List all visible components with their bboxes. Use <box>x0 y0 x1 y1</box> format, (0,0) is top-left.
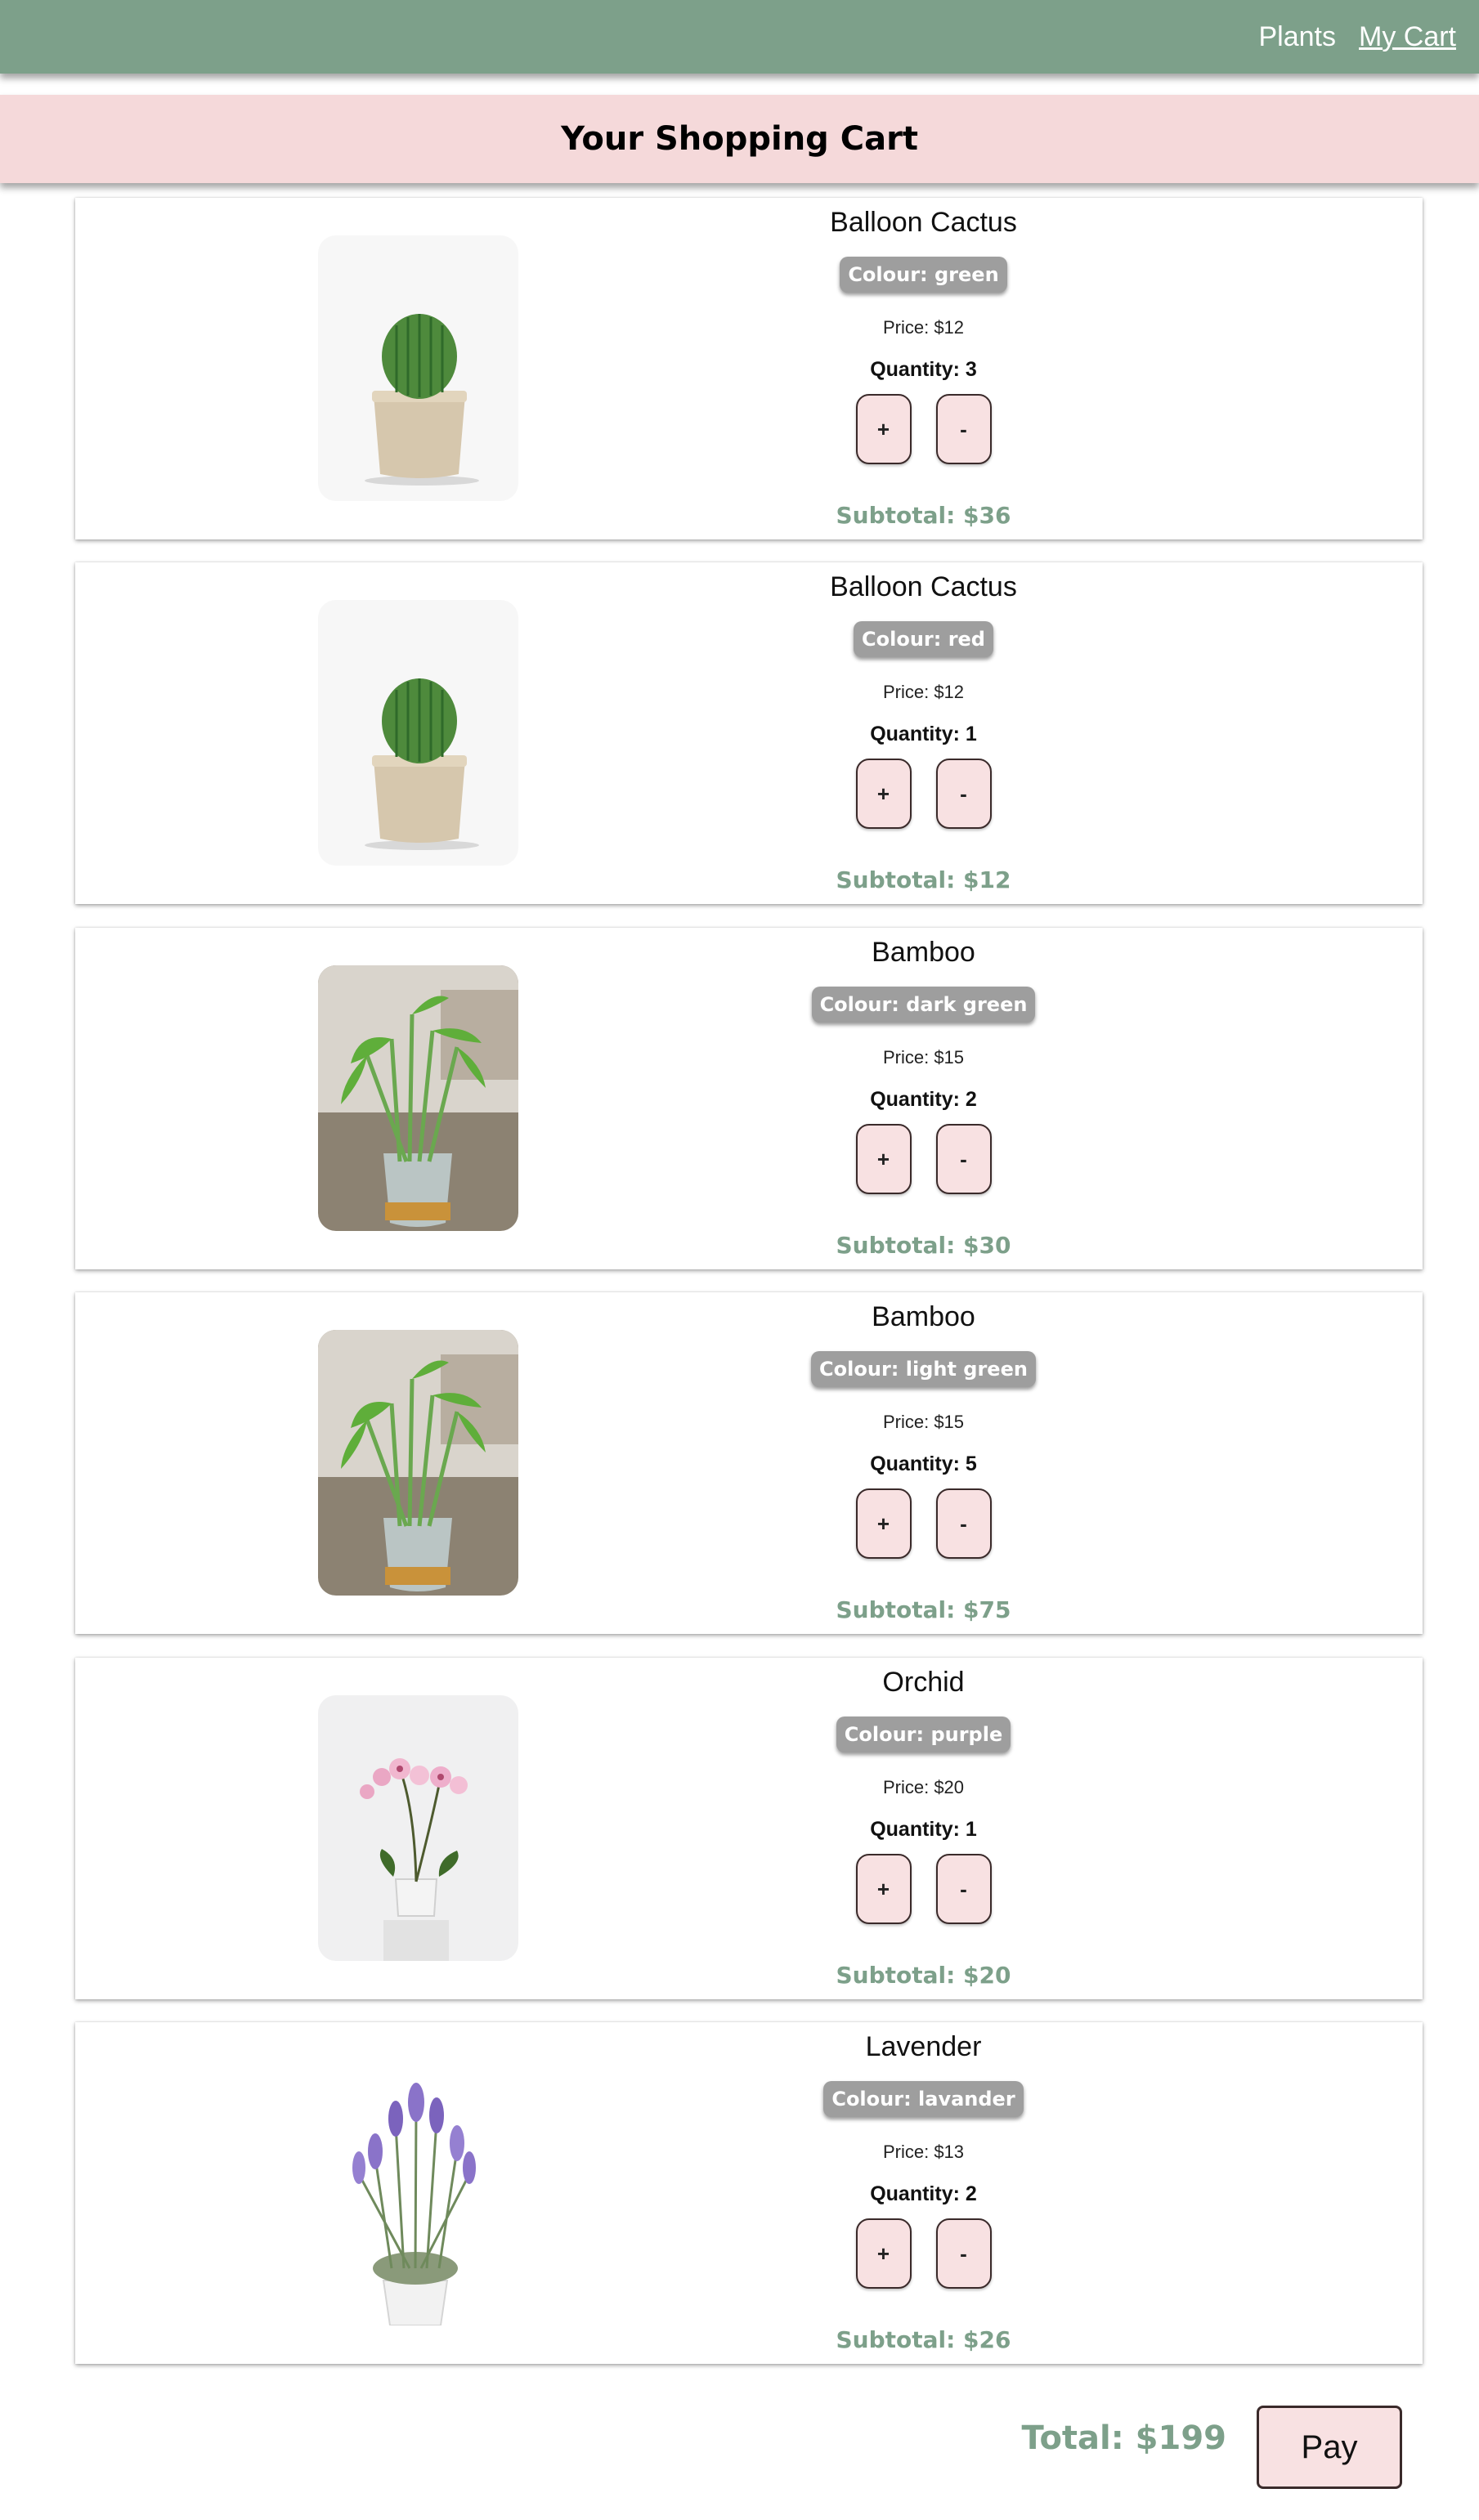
colour-badge: Colour: green <box>840 257 1007 293</box>
decrease-quantity-button[interactable]: - <box>935 2218 992 2289</box>
colour-badge: Colour: lavander <box>823 2081 1024 2117</box>
increase-quantity-button[interactable]: + <box>855 759 912 829</box>
page-title: Your Shopping Cart <box>561 120 918 158</box>
cart-item: Lavender Colour: lavander Price: $13 Qua… <box>75 2022 1423 2364</box>
cart-header: Your Shopping Cart <box>0 95 1479 183</box>
product-image <box>318 1695 518 1961</box>
product-image <box>318 965 518 1231</box>
item-details: Balloon Cactus Colour: green Price: $12 … <box>778 198 1069 539</box>
navbar: Plants My Cart <box>0 0 1479 74</box>
product-price: Price: $12 <box>882 682 965 702</box>
product-name: Balloon Cactus <box>830 207 1017 238</box>
product-price: Price: $12 <box>882 317 965 338</box>
item-details: Lavender Colour: lavander Price: $13 Qua… <box>778 2022 1069 2364</box>
increase-quantity-button[interactable]: + <box>855 2218 912 2289</box>
product-image <box>318 600 518 866</box>
colour-badge: Colour: dark green <box>811 987 1036 1023</box>
decrease-quantity-button[interactable]: - <box>935 1488 992 1559</box>
product-price: Price: $20 <box>882 1777 965 1797</box>
product-image <box>318 2060 518 2325</box>
cart-item: Bamboo Colour: light green Price: $15 Qu… <box>75 1292 1423 1634</box>
product-name: Balloon Cactus <box>830 571 1017 602</box>
decrease-quantity-button[interactable]: - <box>935 1854 992 1924</box>
pay-button[interactable]: Pay <box>1257 2406 1402 2489</box>
item-details: Bamboo Colour: light green Price: $15 Qu… <box>778 1292 1069 1634</box>
product-quantity: Quantity: 2 <box>870 1088 977 1111</box>
product-price: Price: $13 <box>882 2142 965 2162</box>
item-subtotal: Subtotal: $20 <box>836 1962 1011 1989</box>
colour-badge: Colour: light green <box>811 1351 1036 1387</box>
increase-quantity-button[interactable]: + <box>855 1854 912 1924</box>
product-image <box>318 235 518 501</box>
nav-plants-link[interactable]: Plants <box>1259 21 1337 53</box>
increase-quantity-button[interactable]: + <box>855 394 912 464</box>
item-details: Bamboo Colour: dark green Price: $15 Qua… <box>778 928 1069 1269</box>
product-name: Bamboo <box>872 1301 975 1332</box>
product-image <box>318 1330 518 1596</box>
product-quantity: Quantity: 1 <box>870 1818 977 1841</box>
item-subtotal: Subtotal: $26 <box>836 2326 1011 2353</box>
item-details: Orchid Colour: purple Price: $20 Quantit… <box>778 1658 1069 1999</box>
cart-total: Total: $199 <box>1021 2419 1226 2457</box>
increase-quantity-button[interactable]: + <box>855 1488 912 1559</box>
cart-item: Balloon Cactus Colour: red Price: $12 Qu… <box>75 562 1423 904</box>
product-name: Bamboo <box>872 937 975 968</box>
product-name: Orchid <box>882 1667 965 1698</box>
cart-item: Orchid Colour: purple Price: $20 Quantit… <box>75 1658 1423 1999</box>
item-details: Balloon Cactus Colour: red Price: $12 Qu… <box>778 562 1069 904</box>
cart-item: Balloon Cactus Colour: green Price: $12 … <box>75 198 1423 539</box>
nav-my-cart-link[interactable]: My Cart <box>1359 21 1456 53</box>
product-price: Price: $15 <box>882 1047 965 1068</box>
product-quantity: Quantity: 1 <box>870 723 977 745</box>
increase-quantity-button[interactable]: + <box>855 1124 912 1194</box>
product-quantity: Quantity: 3 <box>870 358 977 381</box>
cart-item: Bamboo Colour: dark green Price: $15 Qua… <box>75 928 1423 1269</box>
decrease-quantity-button[interactable]: - <box>935 394 992 464</box>
product-name: Lavender <box>865 2031 982 2062</box>
item-subtotal: Subtotal: $30 <box>836 1232 1011 1259</box>
decrease-quantity-button[interactable]: - <box>935 1124 992 1194</box>
product-quantity: Quantity: 5 <box>870 1452 977 1475</box>
item-subtotal: Subtotal: $36 <box>836 502 1011 529</box>
colour-badge: Colour: purple <box>836 1717 1011 1752</box>
decrease-quantity-button[interactable]: - <box>935 759 992 829</box>
item-subtotal: Subtotal: $12 <box>836 866 1011 893</box>
colour-badge: Colour: red <box>854 621 993 657</box>
item-subtotal: Subtotal: $75 <box>836 1596 1011 1623</box>
product-quantity: Quantity: 2 <box>870 2182 977 2205</box>
product-price: Price: $15 <box>882 1412 965 1432</box>
